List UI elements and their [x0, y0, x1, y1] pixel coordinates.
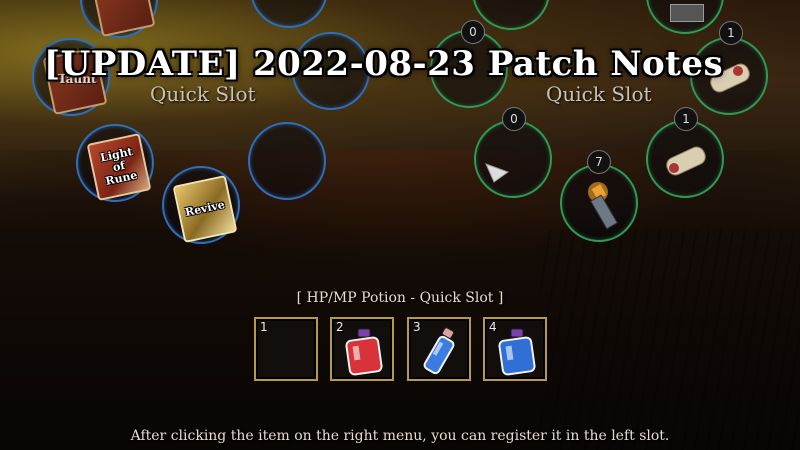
skill-slot-top-left[interactable]	[80, 0, 158, 38]
scroll-icon	[666, 146, 706, 176]
potion-slot-2[interactable]: 2	[330, 317, 394, 381]
red-potion-icon	[345, 328, 383, 376]
item-count-badge: 7	[587, 150, 611, 174]
item-count-badge: 1	[719, 21, 743, 45]
item-count-badge: 1	[674, 107, 698, 131]
revive-book-icon: Revive	[172, 175, 238, 243]
hp-mp-quick-slot-title: [ HP/MP Potion - Quick Slot ]	[296, 290, 504, 306]
chest-icon	[670, 4, 704, 22]
slot-number: 1	[260, 320, 268, 334]
arrowhead-icon	[485, 163, 510, 183]
revive-label: Revive	[183, 197, 226, 220]
blue-potion-icon	[498, 328, 536, 376]
item-slot-hammer[interactable]	[560, 164, 638, 242]
skill-slot-top-right[interactable]	[250, 0, 328, 28]
light-of-rune-label-line-3: Rune	[104, 168, 139, 188]
item-slot-top-right[interactable]	[646, 0, 724, 34]
skill-slot-revive[interactable]: Revive	[162, 166, 240, 244]
item-slot-scroll-lower[interactable]	[646, 120, 724, 198]
blue-vial-icon	[423, 327, 455, 375]
light-of-rune-label: Light of Rune	[99, 145, 139, 188]
item-count-badge: 0	[461, 20, 485, 44]
instruction-text: After clicking the item on the right men…	[130, 428, 670, 444]
skill-book-icon	[90, 0, 156, 37]
rune-book-icon: Light of Rune	[86, 133, 152, 201]
skill-slot-light-of-rune[interactable]: Light of Rune	[76, 124, 154, 202]
glowing-hammer-icon	[588, 182, 618, 230]
potion-slot-3[interactable]: 3	[407, 317, 471, 381]
skill-slot-empty-lower[interactable]	[248, 122, 326, 200]
item-count-badge: 0	[502, 107, 526, 131]
right-quick-slot-label: Quick Slot	[546, 82, 652, 106]
item-slot-top-left[interactable]	[472, 0, 550, 30]
potion-slot-4[interactable]: 4	[483, 317, 547, 381]
item-slot-arrow[interactable]	[474, 120, 552, 198]
potion-slot-1[interactable]: 1	[254, 317, 318, 381]
page-title: [UPDATE] 2022-08-23 Patch Notes	[44, 44, 724, 84]
left-quick-slot-label: Quick Slot	[150, 82, 256, 106]
background-grass	[540, 230, 800, 450]
